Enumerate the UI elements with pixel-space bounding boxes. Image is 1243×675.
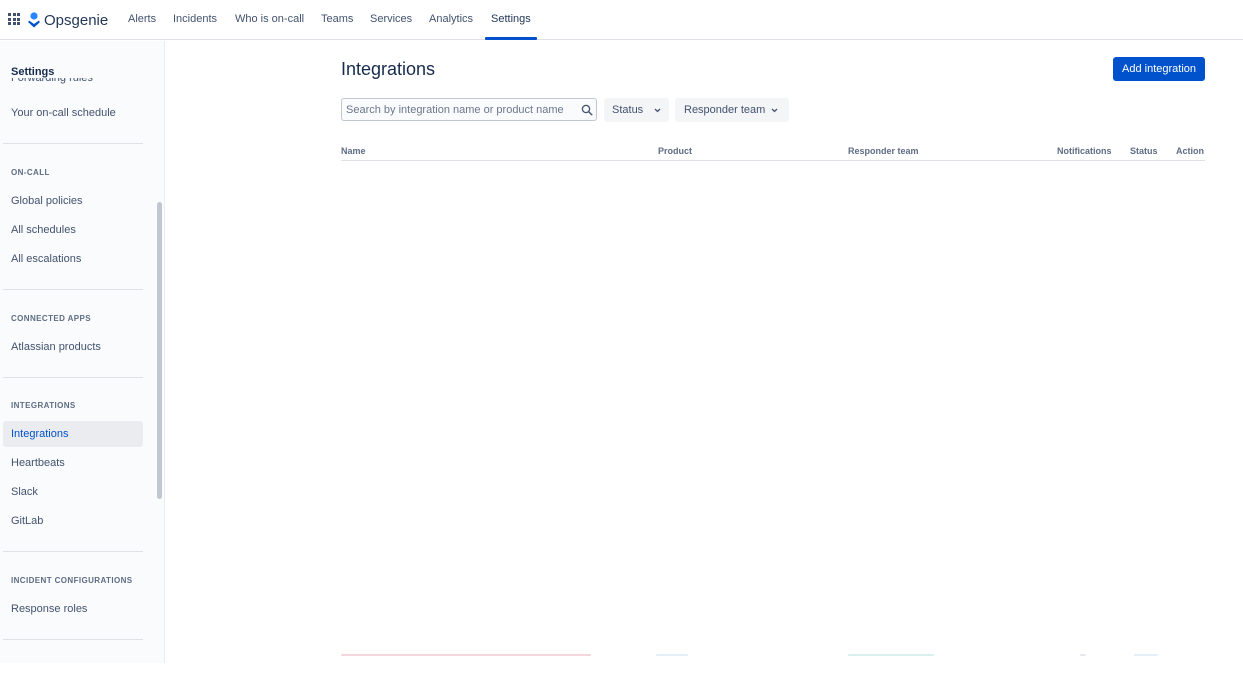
column-header-name[interactable]: Name (341, 146, 366, 156)
section-heading-connected-apps: CONNECTED APPS (11, 314, 91, 323)
table-header-divider (341, 160, 1205, 161)
sidebar-scrollbar-thumb[interactable] (157, 202, 162, 499)
loading-placeholder (848, 654, 934, 656)
search-input[interactable] (346, 102, 576, 117)
nav-services[interactable]: Services (370, 0, 412, 40)
sidebar-item-forwarding-rules[interactable]: Forwarding rules (11, 78, 93, 84)
search-field[interactable] (341, 98, 597, 121)
sidebar-divider (3, 551, 143, 552)
sidebar-divider (3, 377, 143, 378)
sidebar-item-integrations[interactable]: Integrations (11, 428, 68, 440)
chevron-down-icon (654, 108, 661, 113)
opsgenie-logo[interactable]: Opsgenie (28, 10, 108, 30)
column-header-product[interactable]: Product (658, 146, 692, 156)
app-switcher-grid-icon[interactable] (8, 13, 20, 25)
sidebar-item-gitlab[interactable]: GitLab (11, 515, 43, 527)
status-filter-label: Status (612, 104, 644, 116)
section-heading-integrations: INTEGRATIONS (11, 401, 76, 410)
nav-incidents[interactable]: Incidents (173, 0, 217, 40)
brand-name: Opsgenie (44, 11, 109, 29)
section-heading-on-call: ON-CALL (11, 168, 50, 177)
section-heading-incident-configurations: INCIDENT CONFIGURATIONS (11, 576, 133, 585)
active-nav-indicator (485, 37, 537, 40)
sidebar-item-all-escalations[interactable]: All escalations (11, 253, 81, 265)
nav-alerts[interactable]: Alerts (128, 0, 156, 40)
column-header-status[interactable]: Status (1130, 146, 1158, 156)
responder-team-filter-dropdown[interactable]: Responder team (675, 98, 789, 122)
loading-placeholder (656, 654, 688, 656)
loading-placeholder (1080, 654, 1086, 656)
column-header-action[interactable]: Action (1176, 146, 1204, 156)
page-title: Integrations (341, 59, 436, 79)
sidebar-divider (3, 639, 143, 640)
nav-who-is-on-call[interactable]: Who is on-call (235, 0, 304, 40)
status-filter-dropdown[interactable]: Status (604, 98, 669, 122)
add-integration-button[interactable]: Add integration (1113, 57, 1205, 81)
sidebar-item-global-policies[interactable]: Global policies (11, 195, 83, 207)
loading-placeholder (341, 654, 591, 656)
sidebar-item-heartbeats[interactable]: Heartbeats (11, 457, 65, 469)
opsgenie-logo-icon (28, 12, 40, 28)
nav-teams[interactable]: Teams (321, 0, 353, 40)
search-icon[interactable] (581, 104, 593, 116)
sidebar-divider (3, 143, 143, 144)
responder-team-filter-label: Responder team (684, 104, 766, 116)
sidebar-divider (3, 289, 143, 290)
loading-placeholder (1134, 654, 1158, 656)
sidebar-item-all-schedules[interactable]: All schedules (11, 224, 76, 236)
nav-settings[interactable]: Settings (491, 0, 531, 40)
column-header-notifications[interactable]: Notifications (1057, 146, 1112, 156)
top-navigation: Opsgenie Alerts Incidents Who is on-call… (0, 0, 1243, 40)
sidebar-item-response-roles[interactable]: Response roles (11, 603, 87, 615)
sidebar-item-your-on-call-schedule[interactable]: Your on-call schedule (11, 107, 116, 119)
column-header-responder-team[interactable]: Responder team (848, 146, 919, 156)
chevron-down-icon (771, 108, 778, 113)
nav-analytics[interactable]: Analytics (429, 0, 473, 40)
sidebar-item-slack[interactable]: Slack (11, 486, 38, 498)
settings-sidebar: Settings Forwarding rules Your on-call s… (0, 41, 165, 663)
sidebar-title: Settings (11, 66, 55, 78)
sidebar-item-atlassian-products[interactable]: Atlassian products (11, 341, 101, 353)
